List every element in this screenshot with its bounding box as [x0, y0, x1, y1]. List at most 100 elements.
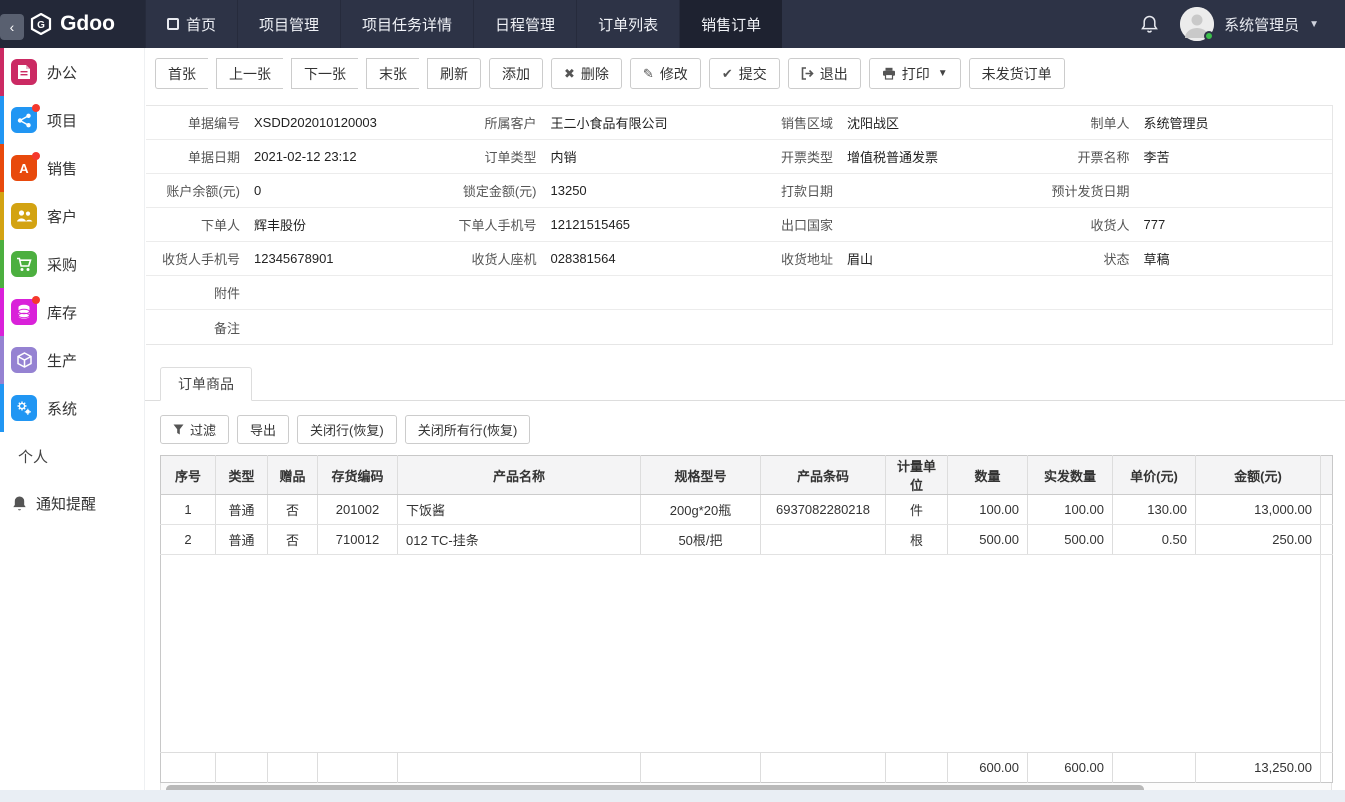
- nav-item-order-list[interactable]: 订单列表: [576, 0, 680, 48]
- first-record-button[interactable]: 首张: [155, 58, 208, 89]
- nav-item-sales-order[interactable]: 销售订单: [679, 0, 783, 48]
- notification-badge: [32, 152, 40, 160]
- sidebar-collapse-button[interactable]: ‹: [0, 14, 24, 40]
- prev-record-button[interactable]: 上一张: [216, 58, 283, 89]
- pencil-icon: ✎: [642, 65, 654, 81]
- sidebar-item-office[interactable]: 办公: [0, 48, 144, 96]
- unshipped-orders-button[interactable]: 未发货订单: [968, 58, 1065, 89]
- col-header-product-name[interactable]: 产品名称: [397, 455, 641, 495]
- close-all-rows-button[interactable]: 关闭所有行(恢复): [404, 415, 531, 444]
- page-bottom-strip: [0, 790, 1345, 802]
- chevron-down-icon: ▼: [1309, 18, 1319, 30]
- export-button[interactable]: 导出: [237, 415, 290, 444]
- sidebar-item-purchase[interactable]: 采购: [0, 240, 144, 288]
- sidebar-item-label: 销售: [47, 160, 78, 178]
- form-row: 备注: [146, 310, 1332, 344]
- table-row[interactable]: 2 普通 否 710012 012 TC-挂条 50根/把 根 500.00 5…: [160, 524, 1333, 555]
- sidebar-section-personal: 个人: [18, 449, 49, 466]
- x-icon: ✖: [564, 65, 575, 81]
- field-payment-date: 打款日期: [780, 184, 833, 199]
- col-header-type[interactable]: 类型: [215, 455, 268, 495]
- user-menu[interactable]: 系统管理员 ▼: [1180, 7, 1319, 41]
- col-header-amount[interactable]: 金额(元): [1195, 455, 1321, 495]
- order-form: 单据编号 XSDD202010120003 所属客户 王二小食品有限公司 销售区域沈…: [146, 105, 1333, 345]
- col-header-unit-price[interactable]: 单价(元): [1112, 455, 1196, 495]
- horizontal-scrollbar[interactable]: [160, 783, 1332, 790]
- sidebar-item-sales[interactable]: A 销售: [0, 144, 144, 192]
- record-nav-group: 首张 上一张 下一张 末张 刷新: [155, 58, 481, 89]
- sidebar-item-label: 通知提醒: [36, 496, 97, 513]
- letter-a-icon: A: [11, 152, 40, 181]
- col-header-gift[interactable]: 赠品: [267, 455, 318, 495]
- form-row: 账户余额(元) 0 锁定金额(元) 13250 打款日期 预计发货日期: [146, 174, 1332, 208]
- table-row[interactable]: 1 普通 否 201002 下饭酱 200g*20瓶 6937082280218…: [160, 494, 1333, 525]
- printer-icon: [882, 67, 896, 80]
- field-attachment: 附件: [213, 286, 240, 301]
- last-record-button[interactable]: 末张: [366, 58, 419, 89]
- print-button[interactable]: 打印 ▼: [868, 58, 961, 89]
- check-icon: ✔: [721, 65, 733, 81]
- field-consignee: 收货人 777: [1090, 217, 1166, 233]
- nav-item-project-mgmt[interactable]: 项目管理: [237, 0, 341, 48]
- brand-name: Gdoo: [60, 12, 115, 35]
- field-invoice-name: 开票名称 李苦: [1077, 150, 1170, 165]
- refresh-button[interactable]: 刷新: [427, 58, 481, 89]
- exit-button[interactable]: 退出: [787, 58, 861, 89]
- sidebar-item-label: 项目: [47, 112, 78, 130]
- col-header-sku-code[interactable]: 存货编码: [317, 455, 398, 495]
- home-window-icon: [167, 18, 179, 30]
- sidebar-item-stock[interactable]: 库存: [0, 288, 144, 336]
- navbar-right: 系统管理员 ▼: [1141, 0, 1345, 48]
- chevron-down-icon: ▼: [937, 68, 948, 79]
- col-header-barcode[interactable]: 产品条码: [760, 455, 886, 495]
- record-toolbar: 首张 上一张 下一张 末张 刷新 添加 ✖ 删除 ✎ 修改 ✔ 提交 退出 打印 ▼ 未…: [155, 58, 1345, 89]
- col-header-seq[interactable]: 序号: [160, 455, 216, 495]
- field-export-country: 出口国家: [780, 218, 833, 233]
- field-delivery-address: 收货地址 眉山: [780, 252, 874, 267]
- grid-toolbar: 过滤 导出 关闭行(恢复) 关闭所有行(恢复): [160, 415, 1345, 444]
- sidebar-item-system[interactable]: 系统: [0, 384, 144, 432]
- submit-button[interactable]: ✔ 提交: [708, 58, 780, 89]
- nav-item-label: 项目任务详情: [362, 16, 453, 34]
- sidebar-item-project[interactable]: 项目: [0, 96, 144, 144]
- add-button[interactable]: 添加: [489, 58, 543, 89]
- svg-text:G: G: [37, 20, 45, 31]
- field-order-date: 单据日期 2021-02-12 23:12: [187, 149, 357, 165]
- nav-item-label: 项目管理: [259, 16, 320, 34]
- col-header-unit[interactable]: 计量单位: [885, 455, 948, 495]
- nav-item-label: 首页: [186, 16, 217, 34]
- sidebar-item-customer[interactable]: 客户: [0, 192, 144, 240]
- sidebar-item-produce[interactable]: 生产: [0, 336, 144, 384]
- sidebar-item-label: 办公: [47, 64, 78, 82]
- form-row: 附件: [146, 276, 1332, 310]
- nav-item-project-task-detail[interactable]: 项目任务详情: [340, 0, 474, 48]
- filter-button[interactable]: 过滤: [160, 415, 230, 444]
- cart-icon: [11, 251, 37, 277]
- tab-order-items[interactable]: 订单商品: [160, 367, 252, 401]
- avatar: [1180, 7, 1215, 41]
- col-header-scrollbar-gap: [1320, 455, 1333, 495]
- sidebar-item-notifications[interactable]: 通知提醒: [12, 493, 144, 514]
- next-record-button[interactable]: 下一张: [291, 58, 358, 89]
- username: 系统管理员: [1224, 16, 1300, 34]
- total-amount: 13,250.00: [1195, 752, 1321, 783]
- edit-button[interactable]: ✎ 修改: [629, 58, 701, 89]
- col-header-spec[interactable]: 规格型号: [640, 455, 761, 495]
- field-creator: 制单人 系统管理员: [1090, 116, 1209, 131]
- notification-bell-icon[interactable]: [1141, 15, 1158, 34]
- field-expected-ship-date: 预计发货日期: [1051, 184, 1130, 199]
- field-orderer: 下单人 辉丰股份: [200, 218, 307, 233]
- col-header-qty[interactable]: 数量: [947, 455, 1028, 495]
- close-row-button[interactable]: 关闭行(恢复): [297, 415, 397, 444]
- notification-badge: [32, 296, 40, 304]
- main-content: 首张 上一张 下一张 末张 刷新 添加 ✖ 删除 ✎ 修改 ✔ 提交 退出 打印 ▼ 未…: [145, 48, 1345, 790]
- grid-totals-row: 600.00 600.00 13,250.00: [160, 752, 1333, 783]
- delete-button[interactable]: ✖ 删除: [551, 58, 622, 89]
- grid-empty-area: [161, 554, 1333, 753]
- nav-item-schedule[interactable]: 日程管理: [473, 0, 577, 48]
- field-order-no: 单据编号 XSDD202010120003: [187, 115, 377, 131]
- users-icon: [11, 203, 37, 229]
- nav-item-home[interactable]: 首页: [145, 0, 238, 48]
- total-qty: 600.00: [947, 752, 1028, 783]
- col-header-shipped-qty[interactable]: 实发数量: [1027, 455, 1113, 495]
